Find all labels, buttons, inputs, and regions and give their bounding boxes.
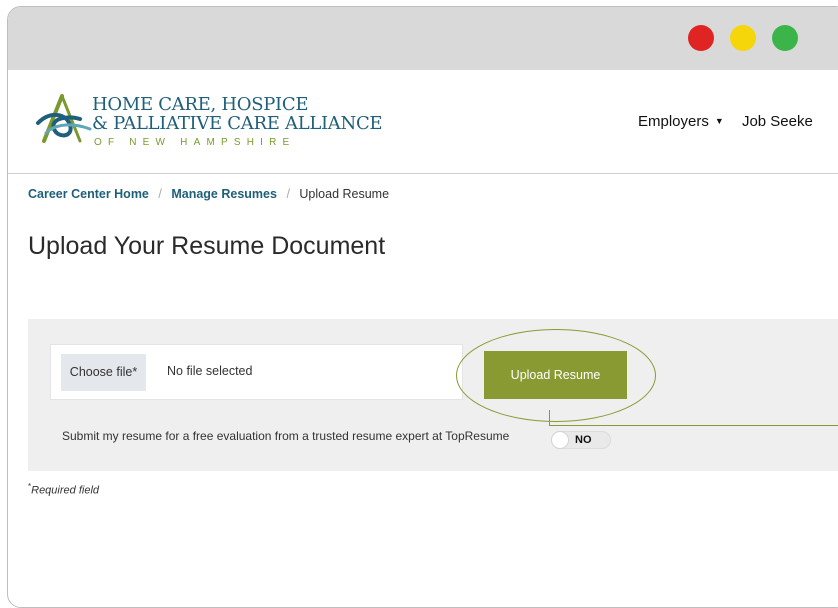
evaluation-opt-in-label: Submit my resume for a free evaluation f… [62, 429, 510, 443]
caret-down-icon: ▼ [714, 116, 724, 126]
logo-line-1: HOME CARE, HOSPICE [92, 94, 309, 115]
annotation-connector-line [549, 425, 838, 426]
upload-resume-button[interactable]: Upload Resume [484, 351, 627, 399]
close-window-button[interactable] [688, 25, 714, 51]
main-nav: Employers ▼ Job Seeke [638, 113, 827, 130]
required-field-note: *Required field [28, 482, 99, 497]
site-header: HOME CARE, HOSPICE & PALLIATIVE CARE ALL… [8, 70, 838, 174]
maximize-window-button[interactable] [772, 25, 798, 51]
required-note-text: Required field [31, 484, 99, 497]
upload-form-panel: Choose file* No file selected Upload Res… [28, 319, 838, 471]
nav-item-label: Job Seeke [741, 113, 813, 130]
breadcrumb: Career Center Home / Manage Resumes / Up… [28, 187, 389, 201]
logo-line-3: OF NEW HAMPSHIRE [94, 137, 296, 148]
nav-item-employers[interactable]: Employers ▼ [638, 113, 724, 130]
page-title: Upload Your Resume Document [28, 232, 386, 260]
alliance-logo-icon [36, 94, 92, 143]
file-status-text: No file selected [167, 364, 253, 378]
logo-line-2: & PALLIATIVE CARE ALLIANCE [92, 113, 383, 134]
site-logo[interactable]: HOME CARE, HOSPICE & PALLIATIVE CARE ALL… [36, 91, 383, 155]
breadcrumb-current: Upload Resume [299, 187, 390, 201]
breadcrumb-career-center-home[interactable]: Career Center Home [28, 187, 149, 201]
breadcrumb-manage-resumes[interactable]: Manage Resumes [171, 187, 277, 201]
choose-file-button[interactable]: Choose file* [61, 354, 146, 391]
nav-item-job-seekers[interactable]: Job Seeke [742, 113, 813, 130]
breadcrumb-separator: / [158, 187, 162, 201]
evaluation-toggle[interactable]: NO [551, 431, 611, 449]
toggle-state-label: NO [575, 434, 592, 446]
annotation-connector-line [549, 410, 550, 426]
toggle-knob [551, 431, 569, 449]
nav-item-label: Employers [638, 113, 709, 130]
window-titlebar [8, 7, 838, 70]
breadcrumb-separator: / [286, 187, 290, 201]
minimize-window-button[interactable] [730, 25, 756, 51]
file-input-group: Choose file* No file selected [50, 344, 463, 400]
browser-window: HOME CARE, HOSPICE & PALLIATIVE CARE ALL… [7, 6, 838, 608]
